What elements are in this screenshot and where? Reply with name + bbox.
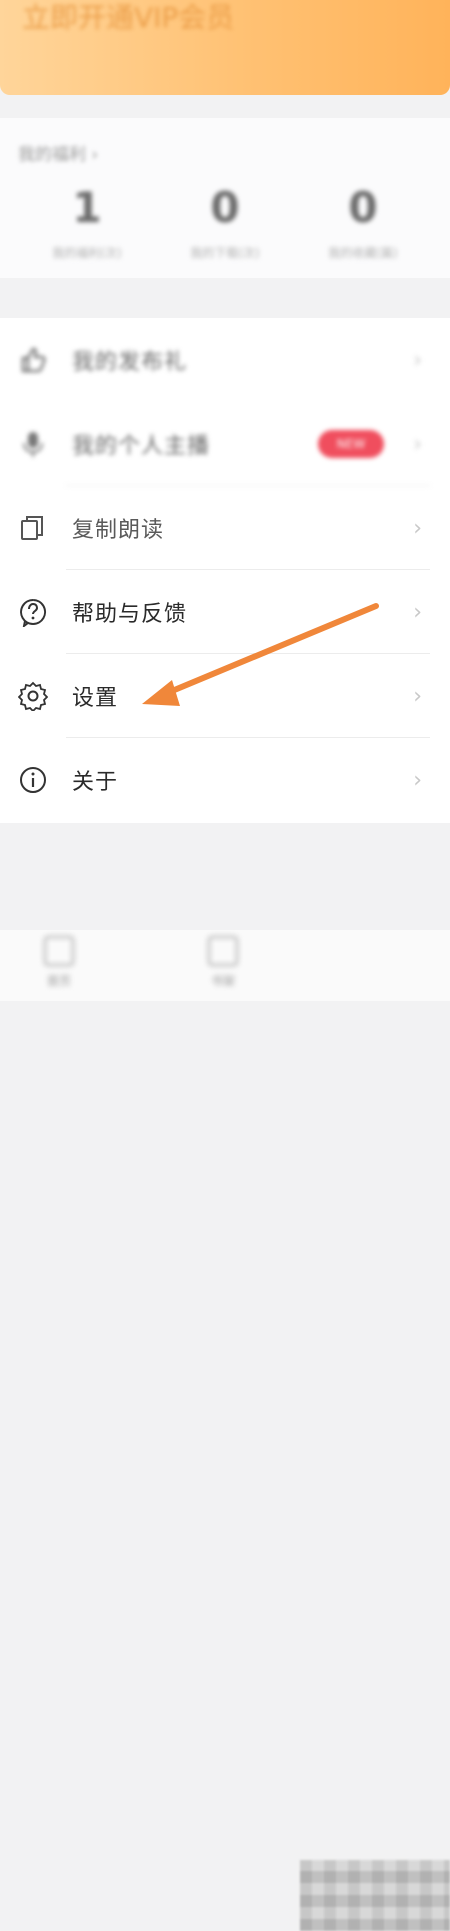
stat-label: 我的下载(次) bbox=[190, 246, 260, 260]
tab-label: 书架 bbox=[210, 974, 235, 988]
stats-label[interactable]: 我的福利 › bbox=[18, 140, 98, 165]
home-icon bbox=[44, 936, 74, 966]
bottom-tab-bar: 首页 书架 bbox=[0, 930, 450, 1931]
menu-item-publish[interactable]: 我的发布礼 › bbox=[0, 318, 450, 402]
stat-favorites[interactable]: 0 我的收藏(篇) bbox=[288, 180, 438, 261]
chevron-right-icon: › bbox=[413, 516, 422, 541]
menu-item-copy-read[interactable]: 复制朗读 › bbox=[0, 486, 450, 570]
menu-item-label: 我的个人主播 bbox=[72, 434, 211, 459]
vip-banner[interactable]: 立即开通VIP会员 bbox=[0, 0, 450, 95]
menu-item-help[interactable]: 帮助与反馈 › bbox=[0, 570, 450, 654]
tab-home[interactable]: 首页 bbox=[24, 936, 94, 989]
thumbs-up-icon bbox=[21, 347, 46, 373]
help-icon bbox=[20, 599, 47, 627]
menu-item-label: 我的发布礼 bbox=[72, 350, 188, 375]
new-badge: NEW bbox=[318, 430, 384, 458]
stat-label: 我的福利(次) bbox=[52, 246, 122, 260]
menu-item-anchor[interactable]: 我的个人主播 NEW › bbox=[0, 402, 450, 486]
copy-icon bbox=[21, 516, 43, 540]
stat-downloads[interactable]: 0 我的下载(次) bbox=[150, 180, 300, 261]
stat-label: 我的收藏(篇) bbox=[328, 246, 398, 260]
menu-card: 我的发布礼 › 我的个人主播 NEW › 复制朗读 › 帮助与反馈 › 设置 ›… bbox=[0, 318, 450, 823]
banner-title: 立即开通VIP会员 bbox=[22, 1, 235, 34]
tab-label: 首页 bbox=[46, 974, 71, 988]
chevron-right-icon: › bbox=[413, 684, 422, 709]
menu-item-label: 关于 bbox=[72, 770, 119, 795]
tab-bookshelf[interactable]: 书架 bbox=[188, 936, 258, 989]
chevron-right-icon: › bbox=[413, 348, 422, 373]
chevron-right-icon: › bbox=[413, 600, 422, 625]
stat-value: 0 bbox=[348, 183, 378, 232]
menu-item-label: 设置 bbox=[72, 686, 119, 711]
stat-value: 0 bbox=[210, 183, 240, 232]
stat-welfare[interactable]: 1 我的福利(次) bbox=[12, 180, 162, 261]
chevron-right-icon: › bbox=[413, 768, 422, 793]
gear-icon bbox=[18, 681, 48, 711]
info-icon bbox=[20, 767, 46, 793]
pixelated-watermark bbox=[300, 1860, 450, 1931]
menu-item-label: 复制朗读 bbox=[72, 518, 165, 543]
menu-item-settings[interactable]: 设置 › bbox=[0, 654, 450, 738]
stats-card: 我的福利 › 1 我的福利(次) 0 我的下载(次) 0 我的收藏(篇) bbox=[0, 118, 450, 278]
menu-item-label: 帮助与反馈 bbox=[72, 602, 188, 627]
chevron-right-icon: › bbox=[413, 432, 422, 457]
stat-value: 1 bbox=[72, 183, 102, 232]
menu-item-about[interactable]: 关于 › bbox=[0, 738, 450, 822]
book-icon bbox=[208, 936, 238, 966]
microphone-icon bbox=[23, 432, 43, 457]
